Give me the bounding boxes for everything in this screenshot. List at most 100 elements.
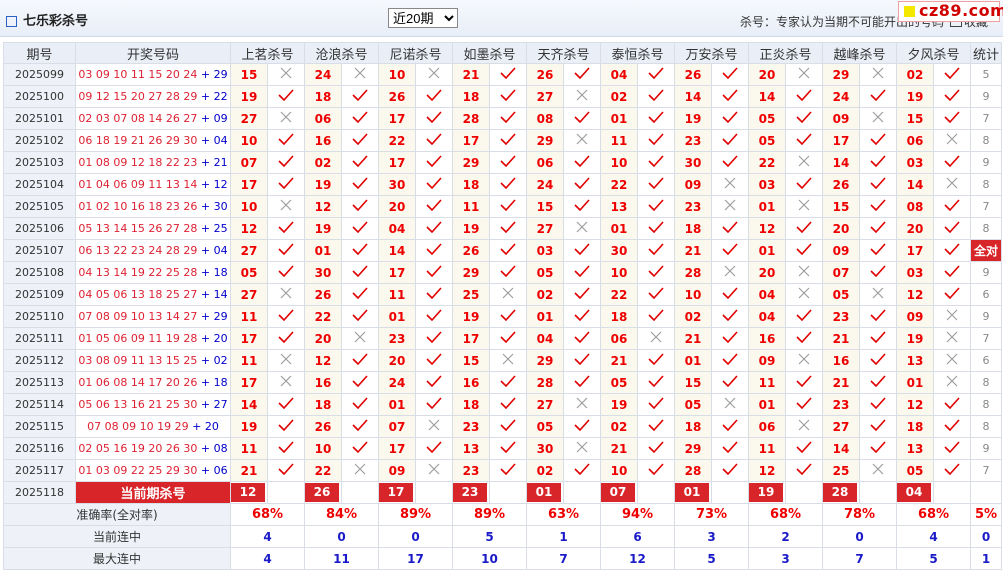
- summary-value: 4: [230, 547, 305, 570]
- draw-numbers: 01 03 09 22 25 29 30: [78, 464, 198, 477]
- kill-number: 15: [230, 63, 268, 86]
- kill-number: 19: [452, 217, 490, 240]
- table-row: 2025113 01 06 08 14 17 20 26 + 18 17 16 24 16…: [3, 371, 1002, 394]
- check-mark-icon: [785, 129, 823, 152]
- check-mark-icon: [933, 415, 971, 438]
- cross-mark-icon: [785, 195, 823, 218]
- check-mark-icon: [341, 195, 379, 218]
- period-cell: 2025103: [3, 151, 76, 174]
- summary-row: 当前连中 4 0 0 5 1 6 3 2 0 4 0: [3, 525, 1002, 548]
- kill-number: 19: [452, 305, 490, 328]
- check-mark-icon: [341, 415, 379, 438]
- check-mark-icon: [489, 129, 527, 152]
- check-mark-icon: [415, 239, 453, 262]
- kill-number: 22: [304, 459, 342, 482]
- period-select[interactable]: 近20期: [388, 8, 458, 28]
- kill-number: 02: [674, 305, 712, 328]
- cross-mark-icon: [563, 217, 601, 240]
- kill-number: 10: [230, 129, 268, 152]
- kill-number: 18: [304, 393, 342, 416]
- current-kill-cell: 04: [896, 481, 934, 504]
- kill-number: 20: [748, 63, 786, 86]
- stat-cell: 7: [970, 195, 1002, 218]
- kill-number: 15: [674, 371, 712, 394]
- check-mark-icon: [637, 173, 675, 196]
- stat-cell: 7: [970, 459, 1002, 482]
- plus-sign: +: [197, 222, 214, 235]
- summary-row: 最大连中 4 11 17 10 7 12 5 3 7 5 1: [3, 547, 1002, 570]
- check-mark-icon: [415, 129, 453, 152]
- kill-number: 08: [896, 195, 934, 218]
- period-cell: 2025102: [3, 129, 76, 152]
- kill-number: 13: [896, 349, 934, 372]
- check-mark-icon: [267, 151, 305, 174]
- cross-mark-icon: [785, 349, 823, 372]
- current-kill-cell: 01: [526, 481, 564, 504]
- current-kill-cell: 26: [304, 481, 342, 504]
- check-mark-icon: [859, 129, 897, 152]
- current-kill-cell: 19: [748, 481, 786, 504]
- check-mark-icon: [933, 107, 971, 130]
- check-mark-icon: [341, 217, 379, 240]
- check-mark-icon: [859, 195, 897, 218]
- check-mark-icon: [563, 173, 601, 196]
- check-mark-icon: [489, 437, 527, 460]
- kill-number: 17: [378, 107, 416, 130]
- draw-numbers-cell: 01 05 06 09 11 19 28 + 20: [75, 327, 231, 350]
- special-number: 02: [213, 354, 228, 367]
- period-cell: 2025106: [3, 217, 76, 240]
- kill-number: 21: [674, 327, 712, 350]
- kill-number: 18: [304, 85, 342, 108]
- stat-cell: 9: [970, 261, 1002, 284]
- empty-cell: [859, 481, 897, 504]
- kill-number: 20: [896, 217, 934, 240]
- cross-mark-icon: [933, 305, 971, 328]
- special-number: 04: [213, 244, 228, 257]
- period-cell: 2025117: [3, 459, 76, 482]
- cross-mark-icon: [711, 173, 749, 196]
- summary-label: 准确率(全对率): [3, 503, 231, 526]
- check-mark-icon: [933, 151, 971, 174]
- period-cell: 2025114: [3, 393, 76, 416]
- table-row: 2025102 06 18 19 21 26 29 30 + 04 10 16 22 17…: [3, 129, 1002, 152]
- kill-number: 14: [674, 85, 712, 108]
- site-logo[interactable]: cz89.com: [898, 1, 1003, 22]
- kill-number: 09: [378, 459, 416, 482]
- check-mark-icon: [785, 305, 823, 328]
- page-title: 七乐彩杀号: [6, 10, 88, 29]
- check-mark-icon: [933, 195, 971, 218]
- kill-number: 03: [896, 151, 934, 174]
- check-mark-icon: [415, 437, 453, 460]
- kill-number: 30: [600, 239, 638, 262]
- cross-mark-icon: [785, 415, 823, 438]
- plus-sign: +: [197, 288, 214, 301]
- special-number: 08: [213, 442, 228, 455]
- current-kill-number: 19: [749, 483, 783, 502]
- table-row: 2025106 05 13 14 15 26 27 28 + 25 12 19 04 19…: [3, 217, 1002, 240]
- table-row: 2025116 02 05 16 19 20 26 30 + 08 11 10 17 13…: [3, 437, 1002, 460]
- kill-number: 09: [674, 173, 712, 196]
- kill-number: 19: [600, 393, 638, 416]
- summary-value: 17: [378, 547, 453, 570]
- cross-mark-icon: [415, 459, 453, 482]
- cross-mark-icon: [341, 459, 379, 482]
- stat-cell: 8: [970, 173, 1002, 196]
- check-mark-icon: [785, 327, 823, 350]
- check-mark-icon: [785, 459, 823, 482]
- table-row: 2025114 05 06 13 16 21 25 30 + 27 14 18 01 18…: [3, 393, 1002, 416]
- kill-number: 26: [822, 173, 860, 196]
- special-number: 12: [213, 178, 228, 191]
- stat-cell: 全对: [970, 239, 1002, 262]
- check-mark-icon: [415, 217, 453, 240]
- plus-sign: +: [188, 420, 205, 433]
- stat-cell: 6: [970, 349, 1002, 372]
- plus-sign: +: [197, 68, 214, 81]
- check-mark-icon: [489, 173, 527, 196]
- check-mark-icon: [933, 393, 971, 416]
- check-mark-icon: [711, 305, 749, 328]
- kill-number: 30: [674, 151, 712, 174]
- kill-number: 06: [748, 415, 786, 438]
- check-mark-icon: [711, 239, 749, 262]
- check-mark-icon: [933, 437, 971, 460]
- draw-numbers-cell: 01 08 09 12 18 22 23 + 21: [75, 151, 231, 174]
